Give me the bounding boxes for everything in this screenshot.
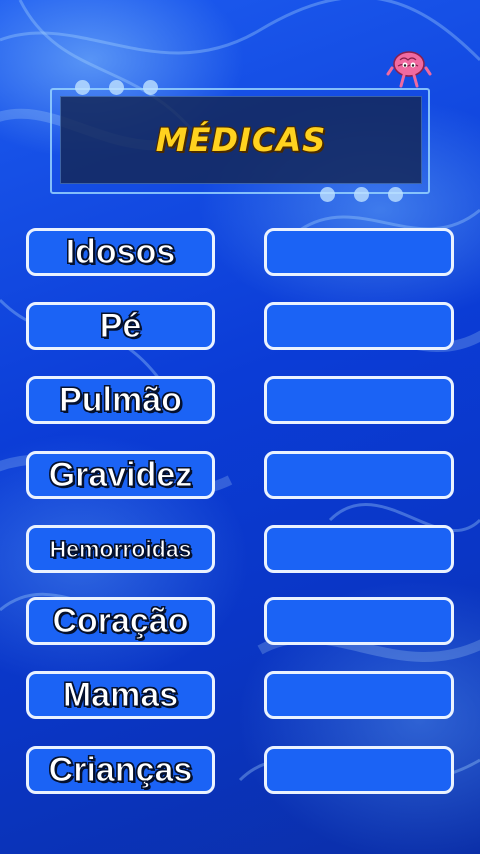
word-row: Mamas xyxy=(26,671,454,719)
decor-dot xyxy=(143,80,158,95)
decor-dot xyxy=(75,80,90,95)
answer-slot[interactable] xyxy=(264,746,454,794)
word-button-mamas[interactable]: Mamas xyxy=(26,671,215,719)
word-button-pulmao[interactable]: Pulmão xyxy=(26,376,215,424)
title-panel: MÉDICAS xyxy=(60,96,422,184)
word-button-idosos[interactable]: Idosos xyxy=(26,228,215,276)
answer-slot[interactable] xyxy=(264,302,454,350)
decor-dot xyxy=(109,80,124,95)
word-button-hemorroidas[interactable]: Hemorroidas xyxy=(26,525,215,573)
word-row: Hemorroidas xyxy=(26,525,454,573)
word-button-pe[interactable]: Pé xyxy=(26,302,215,350)
word-row: Coração xyxy=(26,597,454,645)
word-button-gravidez[interactable]: Gravidez xyxy=(26,451,215,499)
answer-slot[interactable] xyxy=(264,451,454,499)
answer-slot[interactable] xyxy=(264,525,454,573)
word-row: Pé xyxy=(26,302,454,350)
answer-slot[interactable] xyxy=(264,228,454,276)
word-row: Idosos xyxy=(26,228,454,276)
page-title: MÉDICAS xyxy=(155,121,327,159)
decor-dot xyxy=(388,187,403,202)
word-button-coracao[interactable]: Coração xyxy=(26,597,215,645)
word-row: Pulmão xyxy=(26,376,454,424)
decor-dot xyxy=(354,187,369,202)
word-row: Gravidez xyxy=(26,451,454,499)
word-row: Crianças xyxy=(26,746,454,794)
word-button-criancas[interactable]: Crianças xyxy=(26,746,215,794)
brain-mascot-icon xyxy=(386,51,432,88)
answer-slot[interactable] xyxy=(264,597,454,645)
decor-dot xyxy=(320,187,335,202)
answer-slot[interactable] xyxy=(264,376,454,424)
answer-slot[interactable] xyxy=(264,671,454,719)
